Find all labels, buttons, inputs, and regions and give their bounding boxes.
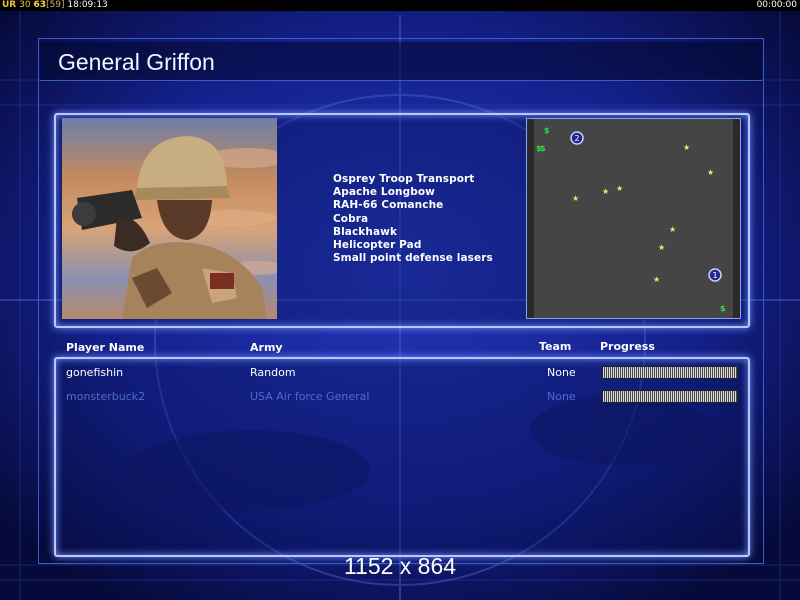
unit-item: Cobra	[333, 212, 369, 225]
star-icon: ★	[683, 143, 690, 152]
unit-list: Osprey Troop Transport Apache Longbow RA…	[333, 173, 493, 265]
header-progress: Progress	[600, 340, 655, 353]
resolution-label: 1152 x 864	[343, 553, 457, 579]
start-number: 1	[712, 271, 717, 280]
unit-item: Small point defense lasers	[333, 252, 493, 265]
oil-derrick-markers: ★ ★ ★ ★ ★ ★ ★ ★	[572, 143, 714, 284]
resource-markers: $ $ $ $	[536, 126, 726, 313]
player-row[interactable]: monsterbuck2 USA Air force General None	[0, 387, 800, 407]
stat-c: [59]	[45, 0, 65, 10]
unit-item: Apache Longbow	[333, 186, 435, 199]
header-player-name: Player Name	[66, 341, 145, 354]
player-army: Random	[250, 366, 296, 379]
resource-icon: $	[540, 144, 546, 153]
status-bar: UR 30 63[59] 18:09:13 00:00:00	[0, 0, 800, 11]
clock: 18:09:13	[67, 0, 108, 10]
progress-bar	[602, 366, 738, 379]
start-position-2[interactable]: 2	[570, 131, 584, 145]
unit-item: Blackhawk	[333, 225, 398, 238]
star-icon: ★	[669, 225, 676, 234]
player-name: gonefishin	[66, 366, 124, 379]
page-title: General Griffon	[58, 49, 215, 75]
resource-icon: $	[720, 304, 726, 313]
player-row[interactable]: gonefishin Random None	[0, 363, 800, 383]
player-team: None	[547, 390, 576, 403]
header-army: Army	[250, 341, 283, 354]
player-name: monsterbuck2	[66, 390, 146, 403]
unit-item: Helicopter Pad	[333, 239, 422, 252]
unit-item: RAH-66 Comanche	[333, 199, 444, 212]
ur-label: UR	[2, 0, 17, 10]
star-icon: ★	[658, 243, 665, 252]
player-team: None	[547, 366, 576, 379]
star-icon: ★	[707, 168, 714, 177]
general-portrait	[62, 118, 277, 319]
start-number: 2	[574, 134, 579, 143]
minimap-canvas[interactable]: 2 1 $ $ $ $ ★ ★ ★ ★ ★ ★ ★ ★	[527, 119, 740, 318]
header-team: Team	[539, 340, 572, 353]
soldier-portrait-icon	[62, 118, 277, 319]
progress-bar	[602, 390, 738, 403]
unit-item: Osprey Troop Transport	[333, 173, 475, 185]
star-icon: ★	[602, 187, 609, 196]
resource-icon: $	[544, 126, 550, 135]
stat-b: 63	[33, 0, 46, 10]
minimap[interactable]: 2 1 $ $ $ $ ★ ★ ★ ★ ★ ★ ★ ★	[526, 118, 741, 319]
stat-a: 30	[19, 0, 31, 10]
star-icon: ★	[616, 184, 623, 193]
status-stats: UR 30 63[59] 18:09:13	[2, 0, 108, 11]
game-timer: 00:00:00	[756, 0, 797, 10]
star-icon: ★	[572, 194, 579, 203]
start-position-1[interactable]: 1	[708, 268, 722, 282]
star-icon: ★	[653, 275, 660, 284]
player-army: USA Air force General	[250, 390, 370, 403]
